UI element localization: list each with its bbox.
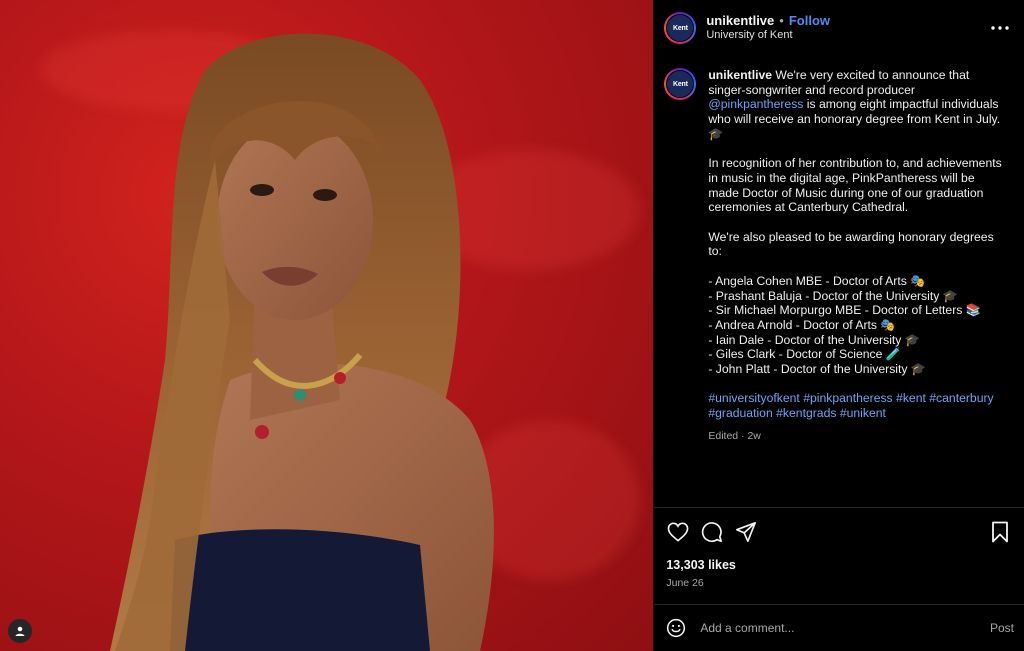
hashtag-link[interactable]: #graduation — [708, 406, 772, 420]
caption: unikentlive We're very excited to announ… — [708, 68, 1006, 507]
post-sidebar: Kent unikentlive • Follow University of Ke… — [653, 0, 1024, 651]
follow-button[interactable]: Follow — [789, 13, 830, 28]
post-photo[interactable] — [0, 0, 654, 651]
caption-username[interactable]: unikentlive — [708, 68, 772, 82]
dress — [170, 529, 430, 651]
necklace-gem — [255, 425, 269, 439]
mention-link[interactable]: @pinkpantheress — [708, 97, 803, 111]
emoji-icon — [667, 618, 686, 638]
post-comment-button[interactable]: Post — [990, 621, 1014, 635]
honoree-list-item: - Giles Clark - Doctor of Science 🧪 — [708, 347, 901, 362]
post-date[interactable]: June 26 — [654, 574, 1024, 592]
avatar-logo: Kent — [666, 14, 695, 42]
avatar[interactable]: Kent — [664, 12, 697, 44]
comment-box: Post — [654, 604, 1024, 651]
eye-right — [313, 189, 337, 201]
honoree-list-item: - Sir Michael Morpurgo MBE - Doctor of L… — [708, 303, 981, 318]
caption-avatar[interactable]: Kent — [664, 68, 697, 100]
eye-left — [250, 184, 274, 196]
more-options-button[interactable] — [988, 16, 1012, 40]
user-tag-icon — [15, 626, 25, 636]
header-username[interactable]: unikentlive — [706, 13, 774, 28]
post-dialog: Kent unikentlive • Follow University of Ke… — [0, 0, 1024, 651]
post-header: Kent unikentlive • Follow University of Ke… — [654, 0, 1024, 56]
hashtag-link[interactable]: #canterbury — [929, 391, 993, 405]
necklace-gem — [294, 389, 306, 401]
like-button[interactable] — [664, 518, 692, 546]
location-link[interactable]: University of Kent — [706, 28, 988, 43]
header-text: unikentlive • Follow University of Kent — [706, 13, 988, 43]
bookmark-icon — [992, 521, 1008, 543]
hashtag-link[interactable]: #kent — [896, 391, 926, 405]
honoree-list-item: - Angela Cohen MBE - Doctor of Arts 🎭 — [708, 273, 926, 288]
avatar-logo: Kent — [666, 70, 695, 98]
honoree-list-item: - Prashant Baluja - Doctor of the Univer… — [708, 288, 958, 303]
heart-icon — [667, 522, 689, 542]
portrait-illustration — [110, 33, 494, 651]
comment-icon — [702, 522, 723, 543]
hashtag-link[interactable]: #pinkpantheress — [803, 391, 892, 405]
caption-paragraph: We're also pleased to be awarding honora… — [708, 229, 994, 259]
honoree-list-item: - Andrea Arnold - Doctor of Arts 🎭 — [708, 317, 896, 332]
header-separator: • — [779, 13, 784, 28]
honoree-list-item: - John Platt - Doctor of the University … — [708, 362, 927, 377]
comment-button[interactable] — [698, 518, 726, 546]
hashtag-list: #universityofkent #pinkpantheress #kent … — [708, 391, 1006, 420]
share-button[interactable] — [732, 518, 760, 546]
user-tag-button[interactable] — [8, 619, 32, 643]
caption-meta: Edited · 2w — [708, 429, 761, 442]
comment-input[interactable] — [698, 620, 990, 636]
honoree-list-item: - Iain Dale - Doctor of the University 🎓 — [708, 332, 920, 347]
hashtag-link[interactable]: #kentgrads — [776, 406, 836, 420]
hashtag-link[interactable]: #unikent — [840, 406, 886, 420]
send-icon — [736, 522, 757, 542]
action-bar — [654, 507, 1024, 556]
save-button[interactable] — [986, 518, 1014, 546]
caption-paragraph: In recognition of her contribution to, a… — [708, 156, 1002, 215]
necklace-gem — [334, 372, 346, 384]
more-horizontal-icon — [991, 26, 1009, 30]
hashtag-link[interactable]: #universityofkent — [708, 391, 799, 405]
emoji-button[interactable] — [666, 618, 686, 638]
caption-area: Kent unikentlive We're very excited to a… — [654, 56, 1024, 507]
likes-count[interactable]: 13,303 likes — [654, 556, 1024, 574]
